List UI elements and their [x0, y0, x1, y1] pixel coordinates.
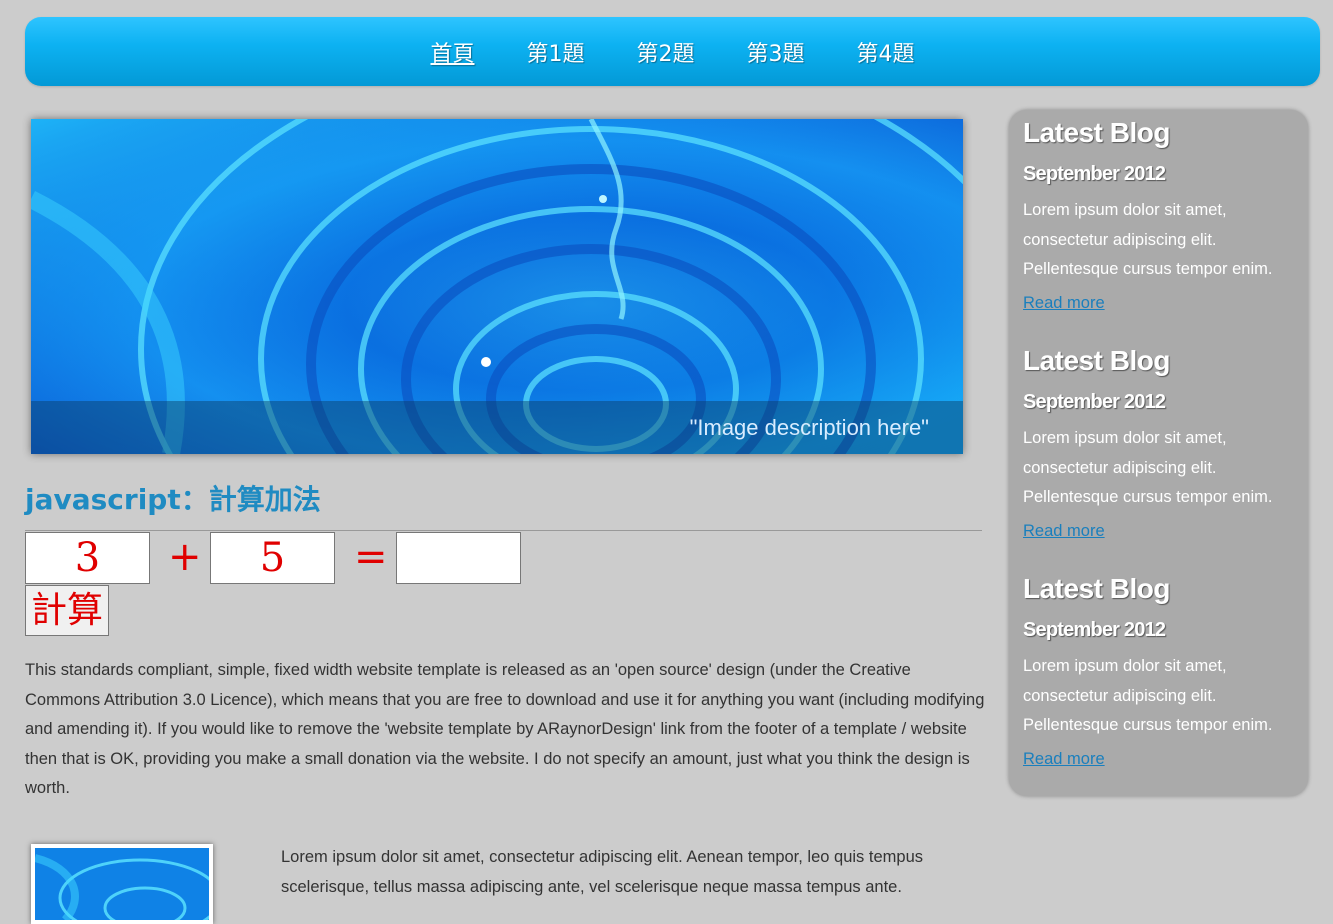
nav-item-home[interactable]: 首頁	[430, 36, 474, 68]
blog-text: Lorem ipsum dolor sit amet, consectetur …	[1023, 429, 1273, 506]
blog-date: September 2012	[1023, 391, 1166, 413]
blog-entry: Latest Blog September 2012 Lorem ipsum d…	[1023, 345, 1303, 541]
nav-item-q1[interactable]: 第1題	[527, 36, 585, 68]
read-more-link[interactable]: Read more	[1023, 294, 1105, 313]
nav-item-q4[interactable]: 第4題	[857, 36, 915, 68]
blog-date: September 2012	[1023, 619, 1166, 641]
calculate-button[interactable]: 計算	[25, 585, 109, 636]
blog-entry: Latest Blog September 2012 Lorem ipsum d…	[1023, 573, 1303, 769]
plus-sign: +	[168, 534, 202, 580]
blog-text: Lorem ipsum dolor sit amet, consectetur …	[1023, 657, 1273, 734]
nav-item-q3[interactable]: 第3題	[747, 36, 805, 68]
equals-sign: =	[354, 534, 388, 580]
blog-title: Latest Blog	[1023, 117, 1170, 148]
operand2-input[interactable]	[210, 532, 335, 584]
nav-item-q2[interactable]: 第2題	[637, 36, 695, 68]
blog-title: Latest Blog	[1023, 573, 1170, 604]
divider	[25, 530, 982, 531]
result-input[interactable]	[396, 532, 521, 584]
thumbnail-image	[31, 844, 213, 924]
blog-title: Latest Blog	[1023, 345, 1170, 376]
page-title: javascript：計算加法	[25, 483, 321, 516]
sidebar: Latest Blog September 2012 Lorem ipsum d…	[1009, 110, 1308, 796]
read-more-link[interactable]: Read more	[1023, 522, 1105, 541]
blog-date: September 2012	[1023, 163, 1166, 185]
intro-paragraph: This standards compliant, simple, fixed …	[25, 661, 985, 797]
blog-entry: Latest Blog September 2012 Lorem ipsum d…	[1023, 117, 1303, 313]
secondary-paragraph: Lorem ipsum dolor sit amet, consectetur …	[281, 848, 924, 896]
top-nav: 首頁 第1題 第2題 第3題 第4題	[25, 17, 1320, 86]
read-more-link[interactable]: Read more	[1023, 750, 1105, 769]
operand1-input[interactable]	[25, 532, 150, 584]
blog-text: Lorem ipsum dolor sit amet, consectetur …	[1023, 201, 1273, 278]
banner-slideshow: "Image description here"	[31, 119, 963, 454]
banner-caption: "Image description here"	[31, 401, 963, 454]
